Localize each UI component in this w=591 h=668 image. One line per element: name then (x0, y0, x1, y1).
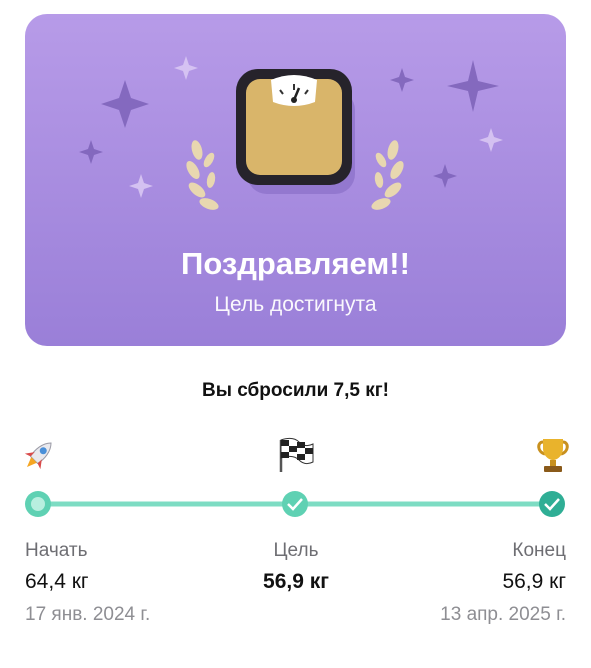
bathroom-scale-icon (236, 69, 355, 194)
laurel-left-icon (186, 140, 219, 210)
start-weight: 64,4 кг (25, 570, 89, 593)
congrats-title: Поздравляем!! (181, 246, 410, 281)
laurel-right-icon (371, 140, 404, 210)
start-date: 17 янв. 2024 г. (25, 604, 151, 625)
end-check-icon (539, 491, 565, 517)
goal-reached-subtitle: Цель достигнута (214, 293, 377, 316)
progress-track (25, 491, 565, 517)
checkered-flag-icon (279, 437, 314, 472)
weight-lost-summary: Вы сбросили 7,5 кг! (202, 380, 389, 401)
congrats-card: Поздравляем!! Цель достигнута (25, 14, 566, 346)
end-date: 13 апр. 2025 г. (440, 604, 566, 625)
start-column: Начать 64,4 кг 17 янв. 2024 г. (25, 540, 225, 626)
start-label: Начать (25, 540, 88, 561)
end-weight: 56,9 кг (502, 570, 566, 593)
trophy-icon (537, 439, 569, 472)
goal-check-icon (282, 491, 308, 517)
end-column: Конец 56,9 кг 13 апр. 2025 г. (366, 540, 566, 626)
end-label: Конец (512, 540, 566, 561)
rocket-icon (24, 442, 52, 470)
